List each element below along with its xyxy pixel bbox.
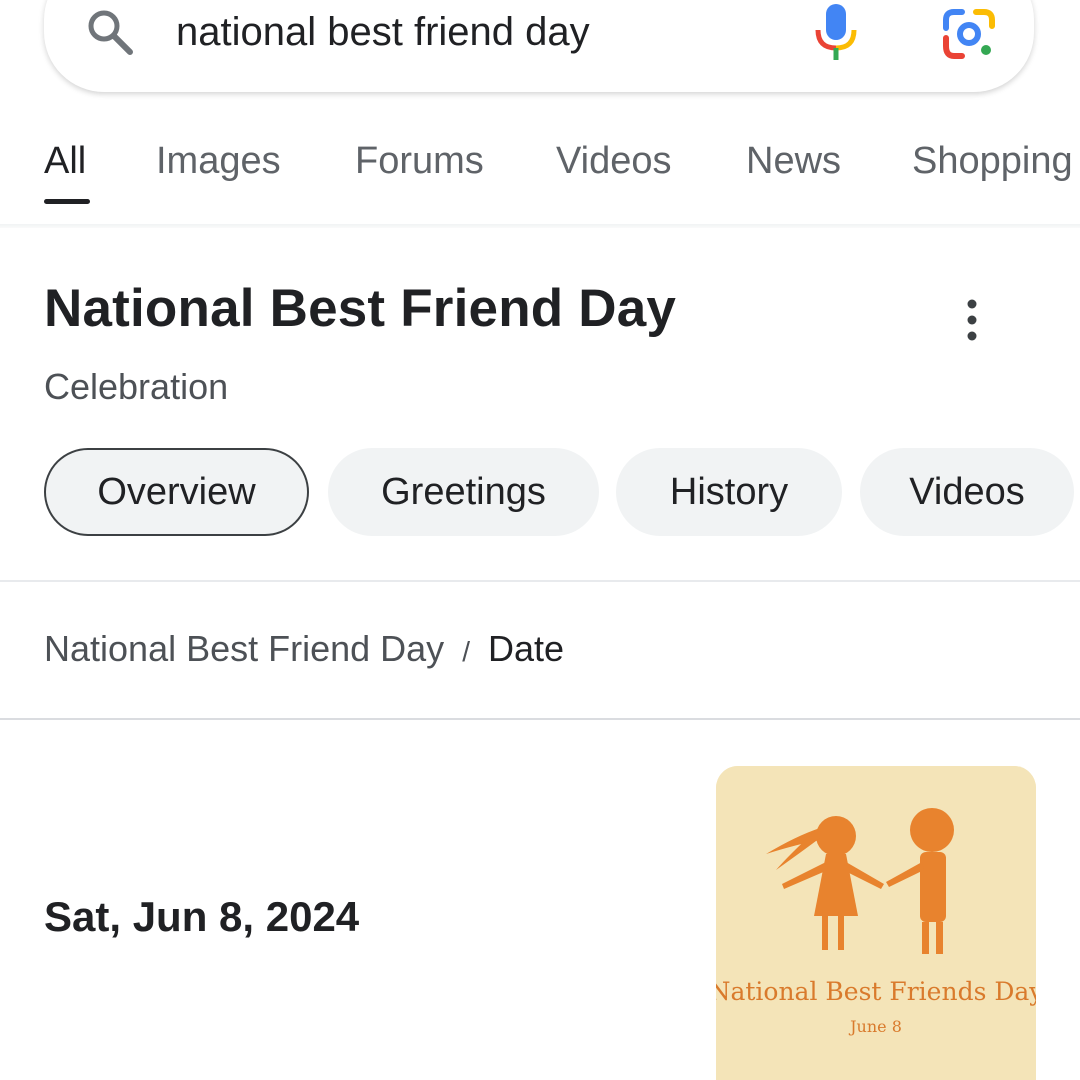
- thumbnail-caption: National Best Friends Day: [716, 977, 1036, 1006]
- tab-images[interactable]: Images: [156, 140, 281, 183]
- search-icon[interactable]: [84, 6, 136, 58]
- search-tabs: All Images Forums Videos News Shopping: [0, 140, 1080, 210]
- chip-overview-label: Overview: [97, 470, 256, 513]
- chip-history[interactable]: History: [616, 448, 842, 536]
- chip-greetings-label: Greetings: [381, 470, 546, 513]
- more-vert-icon[interactable]: [958, 298, 986, 342]
- tab-shopping[interactable]: Shopping: [912, 140, 1073, 183]
- breadcrumb: National Best Friend Day / Date: [44, 628, 564, 670]
- divider: [0, 718, 1080, 720]
- breadcrumb-root[interactable]: National Best Friend Day: [44, 628, 444, 670]
- breadcrumb-leaf: Date: [487, 628, 565, 669]
- tab-forums[interactable]: Forums: [355, 140, 484, 183]
- chip-history-label: History: [669, 470, 789, 513]
- lens-icon[interactable]: [940, 8, 998, 60]
- tab-videos[interactable]: Videos: [556, 140, 672, 183]
- panel-subtitle: Celebration: [44, 366, 229, 407]
- tab-all[interactable]: All: [44, 140, 86, 183]
- search-input[interactable]: national best friend day: [176, 10, 590, 55]
- answer-date: Sat, Jun 8, 2024: [44, 893, 360, 940]
- panel-title: National Best Friend Day: [44, 279, 677, 338]
- chip-greetings[interactable]: Greetings: [328, 448, 599, 536]
- tab-news[interactable]: News: [746, 140, 841, 183]
- breadcrumb-separator: /: [462, 636, 470, 667]
- chip-videos[interactable]: Videos: [860, 448, 1074, 536]
- chip-videos-label: Videos: [909, 470, 1025, 513]
- chip-overview[interactable]: Overview: [44, 448, 309, 536]
- mic-icon[interactable]: [810, 2, 862, 64]
- tabs-divider: [0, 224, 1080, 228]
- thumbnail-image[interactable]: National Best Friends Day June 8: [716, 766, 1036, 1080]
- active-tab-indicator: [44, 199, 90, 204]
- thumbnail-subcaption: June 8: [848, 1017, 902, 1036]
- divider: [0, 580, 1080, 582]
